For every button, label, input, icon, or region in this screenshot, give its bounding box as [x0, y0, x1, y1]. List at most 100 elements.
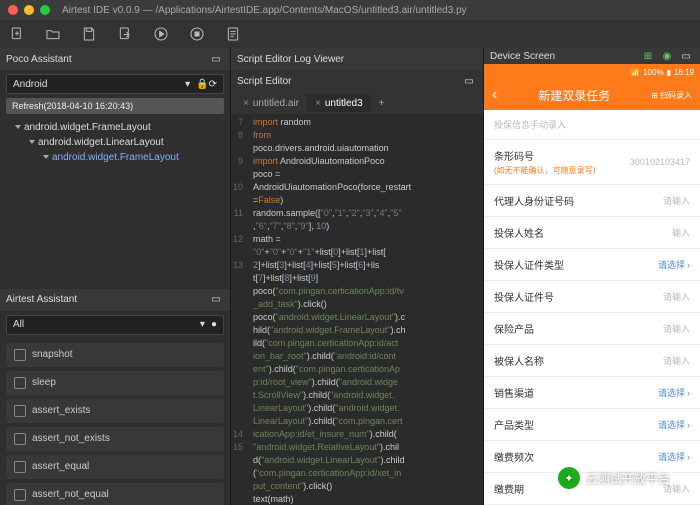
airtest-command-list: snapshot sleep assert_exists assert_not_exi… [0, 339, 230, 505]
field-value[interactable]: 请选择 [658, 418, 685, 431]
field-value[interactable]: 请输入 [663, 290, 690, 303]
cmd-icon [14, 377, 26, 389]
airtest-collapse-icon[interactable]: ▭ [208, 292, 224, 308]
window-title: Airtest IDE v0.0.9 — /Applications/Airte… [62, 5, 467, 16]
field-value[interactable]: 请选择 [658, 450, 685, 463]
form-row[interactable]: 产品类型 请选择› [484, 409, 700, 441]
file-tab[interactable]: × untitled3 [307, 95, 371, 112]
poco-platform-dropdown[interactable]: Android ▾ 🔒 ⟳ [6, 74, 224, 94]
field-label: 条形码号 [494, 152, 534, 163]
watermark: ✦ 云测试开放平台 [558, 467, 670, 489]
main-toolbar [0, 20, 700, 48]
field-value[interactable]: 请输入 [663, 354, 690, 367]
lock-icon[interactable]: 🔒 [196, 79, 208, 90]
assist-snapshot[interactable]: snapshot [6, 343, 224, 367]
tab-close-icon[interactable]: × [243, 98, 249, 109]
open-folder-icon[interactable] [44, 25, 62, 43]
save-icon[interactable] [80, 25, 98, 43]
export-icon[interactable] [116, 25, 134, 43]
device-screen[interactable]: 📶 100% ▮ 16:19 ‹ 新建双录任务 ⊞扫码录入 投保信息手动录入 条… [484, 64, 700, 505]
new-file-icon[interactable] [8, 25, 26, 43]
report-icon[interactable] [224, 25, 242, 43]
new-tab-button[interactable]: + [371, 95, 393, 112]
chevron-down-icon: ▾ [185, 79, 190, 90]
run-icon[interactable] [152, 25, 170, 43]
code-editor[interactable]: 78 9 10 11 12 13 1415 import random from… [231, 114, 483, 505]
form-row[interactable]: 销售渠道 请选择› [484, 377, 700, 409]
app-navbar: ‹ 新建双录任务 ⊞扫码录入 [484, 80, 700, 110]
airtest-filter-value: All [13, 319, 24, 330]
cmd-icon [14, 433, 26, 445]
form-row[interactable]: 条形码号 (如无不能确认，可随意录写) 300102103417 [484, 140, 700, 185]
ui-tree: android.widget.FrameLayoutandroid.widget… [0, 118, 230, 289]
tree-node[interactable]: android.widget.FrameLayout [4, 150, 226, 165]
device-collapse-icon[interactable]: ▭ [678, 48, 694, 64]
close-dot[interactable] [8, 5, 18, 15]
form-row[interactable]: 代理人身份证号码 请输入 [484, 185, 700, 217]
form-row[interactable]: 投保人证件类型请选择› [484, 249, 700, 281]
cmd-icon [14, 489, 26, 501]
battery-icon: ▮ [667, 68, 671, 77]
form-row[interactable]: 保险产品请输入 [484, 313, 700, 345]
field-value[interactable]: 请选择 [658, 386, 685, 399]
assist-assert_exists[interactable]: assert_exists [6, 399, 224, 423]
refresh-icon[interactable]: ⟳ [209, 79, 217, 90]
assist-assert_not_exists[interactable]: assert_not_exists [6, 427, 224, 451]
airtest-panel-header: Airtest Assistant ▭ [0, 289, 230, 311]
device-statusbar: 📶 100% ▮ 16:19 [484, 64, 700, 80]
poco-collapse-icon[interactable]: ▭ [208, 51, 224, 67]
scan-button[interactable]: ⊞扫码录入 [651, 90, 692, 101]
zoom-dot[interactable] [40, 5, 50, 15]
device-tool-icon[interactable]: ⊞ [640, 48, 656, 64]
field-sublabel: (如无不能确认，可随意录写) [494, 165, 595, 176]
script-editor-header: Script Editor ▭ [231, 70, 483, 92]
airtest-filter-dropdown[interactable]: All ▾ ● [6, 315, 224, 335]
clock: 16:19 [674, 68, 694, 77]
chevron-right-icon: › [687, 452, 690, 462]
chevron-down-icon: ▾ [200, 319, 205, 330]
field-label: 代理人身份证号码 [494, 197, 574, 208]
scan-icon: ⊞ [651, 91, 658, 100]
editor-collapse-icon[interactable]: ▭ [461, 73, 477, 89]
field-label: 缴费期 [494, 485, 524, 496]
tree-node[interactable]: android.widget.LinearLayout [4, 135, 226, 150]
form-list[interactable]: 条形码号(如无不能确认，可随意录写)300102103417代理人身份证号码请输… [484, 140, 700, 505]
script-editor-title: Script Editor [237, 76, 291, 87]
chevron-right-icon: › [687, 388, 690, 398]
field-label: 投保人证件号 [494, 293, 554, 304]
field-value[interactable]: 输入 [672, 226, 690, 239]
field-value[interactable]: 请选择 [658, 258, 685, 271]
cmd-icon [14, 461, 26, 473]
code-content[interactable]: import random from poco.drivers.android.… [249, 114, 415, 505]
file-tabs: × untitled.air× untitled3+ [231, 92, 483, 114]
airtest-title: Airtest Assistant [6, 294, 77, 305]
field-label: 投保人姓名 [494, 229, 544, 240]
refresh-timestamp[interactable]: Refresh(2018-04-10 16:20:43) [6, 98, 224, 114]
cmd-icon [14, 405, 26, 417]
field-label: 产品类型 [494, 421, 534, 432]
assist-sleep[interactable]: sleep [6, 371, 224, 395]
assist-assert_not_equal[interactable]: assert_not_equal [6, 483, 224, 505]
tab-close-icon[interactable]: × [315, 98, 321, 109]
assist-assert_equal[interactable]: assert_equal [6, 455, 224, 479]
app-title: 新建双录任务 [497, 87, 651, 104]
form-row[interactable]: 投保人证件号 请输入 [484, 281, 700, 313]
minimize-dot[interactable] [24, 5, 34, 15]
tree-node[interactable]: android.widget.FrameLayout [4, 120, 226, 135]
field-label: 销售渠道 [494, 389, 534, 400]
field-value[interactable]: 300102103417 [630, 157, 690, 167]
cmd-icon [14, 349, 26, 361]
device-rec-icon[interactable]: ◉ [659, 48, 675, 64]
watermark-text: 云测试开放平台 [586, 470, 670, 487]
poco-title: Poco Assistant [6, 54, 72, 65]
form-row[interactable]: 投保人姓名 输入 [484, 217, 700, 249]
record-icon[interactable]: ● [211, 319, 217, 330]
field-value[interactable]: 请输入 [663, 322, 690, 335]
stop-icon[interactable] [188, 25, 206, 43]
form-row[interactable]: 被保人名称请输入 [484, 345, 700, 377]
poco-panel-header: Poco Assistant ▭ [0, 48, 230, 70]
file-tab[interactable]: × untitled.air [235, 95, 307, 112]
battery-level: 100% [643, 68, 663, 77]
field-value[interactable]: 请输入 [663, 194, 690, 207]
chevron-right-icon: › [687, 420, 690, 430]
